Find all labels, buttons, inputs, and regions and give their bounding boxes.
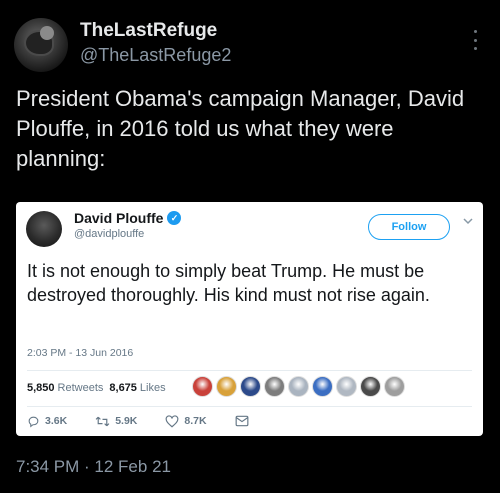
liker-avatar[interactable] — [336, 376, 357, 397]
reply-icon — [28, 416, 39, 427]
embedded-display-name[interactable]: David Plouffe — [74, 210, 163, 226]
retweet-icon — [95, 416, 110, 426]
embedded-name-row[interactable]: David Plouffe ✓ — [74, 210, 182, 226]
liker-avatar[interactable] — [312, 376, 333, 397]
embedded-avatar[interactable] — [26, 211, 62, 247]
liker-avatar[interactable] — [192, 376, 213, 397]
liker-avatar[interactable] — [384, 376, 405, 397]
liker-avatar[interactable] — [288, 376, 309, 397]
retweet-short-count: 5.9K — [115, 415, 138, 427]
follow-button[interactable]: Follow — [368, 214, 450, 240]
embedded-timestamp[interactable]: 2:03 PM - 13 Jun 2016 — [27, 347, 133, 359]
direct-message-button[interactable] — [235, 415, 249, 427]
embedded-handle[interactable]: @davidplouffe — [74, 228, 144, 240]
verified-badge-icon: ✓ — [167, 211, 182, 225]
likes-label[interactable]: Likes — [140, 382, 166, 394]
user-handle[interactable]: @TheLastRefuge2 — [80, 45, 231, 66]
like-button[interactable]: 8.7K — [165, 414, 207, 428]
like-short-count: 8.7K — [184, 415, 207, 427]
profile-avatar[interactable] — [14, 18, 68, 72]
divider — [27, 370, 472, 371]
liker-avatar[interactable] — [240, 376, 261, 397]
divider — [27, 406, 472, 407]
tweet-timestamp[interactable]: 7:34 PM · 12 Feb 21 — [16, 457, 171, 477]
liker-avatar[interactable] — [360, 376, 381, 397]
action-bar: 3.6K 5.9K 8.7K — [27, 412, 277, 430]
envelope-icon — [235, 415, 248, 427]
retweet-count[interactable]: 5,850 — [27, 382, 55, 394]
reply-button[interactable]: 3.6K — [27, 415, 67, 428]
liker-avatar[interactable] — [216, 376, 237, 397]
engagement-stats: 5,850 Retweets 8,675 Likes — [27, 377, 166, 399]
display-name[interactable]: TheLastRefuge — [80, 20, 217, 42]
liker-avatar[interactable] — [264, 376, 285, 397]
more-options-icon[interactable] — [474, 30, 478, 50]
avatar-shape — [40, 26, 54, 40]
retweet-button[interactable]: 5.9K — [95, 415, 137, 428]
embedded-tweet-card[interactable]: David Plouffe ✓ @davidplouffe Follow It … — [16, 202, 483, 436]
reply-count: 3.6K — [45, 415, 68, 427]
like-count[interactable]: 8,675 — [109, 382, 137, 394]
embedded-tweet-text: It is not enough to simply beat Trump. H… — [27, 261, 430, 305]
liker-avatars — [192, 376, 405, 397]
retweets-label[interactable]: Retweets — [58, 382, 104, 394]
tweet-text: President Obama's campaign Manager, Davi… — [16, 86, 465, 171]
heart-icon — [165, 414, 179, 428]
chevron-down-icon[interactable] — [463, 216, 473, 228]
